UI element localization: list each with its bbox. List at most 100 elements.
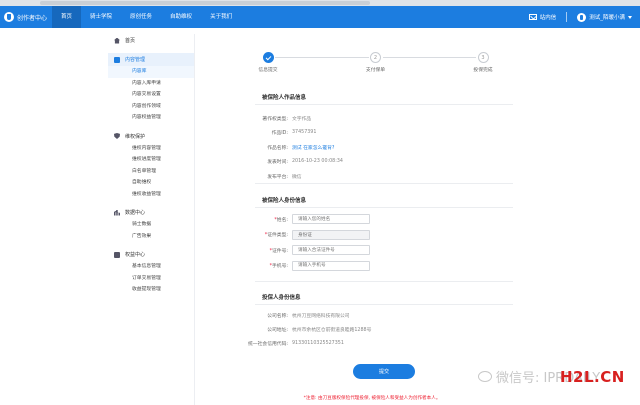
info-value: 杭州市余杭区仓前街道良睦路1288号 bbox=[292, 327, 372, 333]
sidebar-item[interactable]: 维权内容管理 bbox=[108, 143, 194, 155]
work-info-title: 被保险人作品信息 bbox=[262, 95, 307, 101]
sidebar-group[interactable]: 维权保护 bbox=[108, 130, 194, 143]
sidebar-group-label: 维权保护 bbox=[125, 133, 146, 140]
nav-item[interactable]: 骑士学院 bbox=[81, 6, 121, 28]
nav-menu: 首页 骑士学院 原创任务 自助维权 关于我们 bbox=[52, 6, 241, 28]
nav-divider bbox=[566, 12, 568, 22]
id-type-select[interactable]: 身份证 bbox=[292, 229, 370, 240]
applicant-info-title: 投保人身份信息 bbox=[262, 295, 301, 301]
info-row: 公司名称: 杭州刀豆网络科技有限公司 bbox=[236, 310, 526, 320]
sidebar-group-label: 权益中心 bbox=[125, 252, 146, 258]
sidebar-item[interactable]: 白名单管理 bbox=[108, 166, 194, 178]
info-row: 发布平台: 微信 bbox=[236, 171, 526, 181]
info-row: 统一社会信用代码: 91330110325527351 bbox=[236, 338, 526, 348]
form-label: *证件类型: bbox=[236, 231, 292, 238]
info-row: 发表时间: 2016-10-23 00:08:34 bbox=[236, 157, 526, 167]
form-label: *手机号: bbox=[236, 262, 292, 269]
chart-icon bbox=[114, 209, 120, 216]
mail-icon[interactable] bbox=[528, 14, 537, 20]
sidebar-group[interactable]: 首页 bbox=[108, 34, 194, 47]
nav-item[interactable]: 关于我们 bbox=[201, 6, 241, 28]
sidebar-item[interactable]: 内容交易设置 bbox=[108, 89, 194, 101]
sidebar-item[interactable]: 维权进度管理 bbox=[108, 154, 194, 166]
brand-logo-icon bbox=[4, 12, 14, 22]
info-label: 统一社会信用代码: bbox=[248, 341, 288, 347]
nav-user-area: 站内信 测试_陌暖小满 bbox=[528, 6, 632, 28]
sidebar-item[interactable]: 广告效果 bbox=[108, 231, 194, 243]
wechat-icon bbox=[478, 371, 492, 382]
brand-title: 创作者中心 bbox=[17, 14, 48, 22]
home-icon bbox=[114, 37, 120, 44]
section-divider bbox=[255, 183, 513, 184]
section-divider bbox=[255, 304, 513, 305]
info-label: 发布平台: bbox=[267, 174, 288, 180]
info-label: 作品名称: bbox=[267, 145, 288, 151]
identity-input[interactable] bbox=[292, 260, 370, 271]
form-label-text: 证件类型: bbox=[267, 233, 288, 238]
form-row: *证件号: bbox=[236, 245, 526, 255]
check-icon bbox=[265, 54, 271, 60]
nav-item[interactable]: 自助维权 bbox=[161, 6, 201, 28]
section-divider bbox=[255, 104, 513, 105]
sidebar-item[interactable]: 收益提现管理 bbox=[108, 284, 194, 296]
messages-link[interactable]: 站内信 bbox=[540, 13, 557, 21]
identity-info-title: 被保险人身份信息 bbox=[262, 198, 307, 204]
work-title-link[interactable]: 测试 在家怎么搓背? bbox=[292, 144, 334, 151]
form-label: *姓名: bbox=[236, 216, 292, 223]
info-value: 微信 bbox=[292, 174, 302, 180]
info-label: 公司名称: bbox=[267, 313, 288, 319]
sidebar-item[interactable]: 内容创作领域 bbox=[108, 101, 194, 113]
form-label-text: 姓名: bbox=[276, 217, 288, 223]
avatar[interactable] bbox=[577, 12, 587, 22]
document-icon bbox=[114, 56, 120, 63]
sidebar-group[interactable]: 权益中心 bbox=[108, 248, 194, 261]
profile-icon bbox=[114, 251, 120, 258]
browser-url-field[interactable] bbox=[40, 1, 370, 5]
info-value: 杭州刀豆网络科技有限公司 bbox=[292, 313, 350, 319]
info-label: 发表时间: bbox=[267, 160, 288, 165]
step-number: 2 bbox=[373, 54, 378, 61]
shield-icon bbox=[114, 133, 120, 139]
sidebar-item[interactable]: 订单交易管理 bbox=[108, 273, 194, 285]
section-divider bbox=[255, 207, 513, 208]
info-value: 91330110325527351 bbox=[292, 340, 344, 346]
sidebar-group[interactable]: 内容管理 bbox=[108, 53, 194, 66]
sidebar-item[interactable]: 基本信息管理 bbox=[108, 261, 194, 273]
sidebar-item[interactable]: 自助维权 bbox=[108, 177, 194, 189]
section-divider bbox=[255, 281, 513, 282]
form-row: *姓名: bbox=[236, 214, 526, 224]
info-row: 作品ID: 37457391 bbox=[236, 128, 526, 138]
step-indicator: 3 bbox=[477, 52, 489, 63]
progress-steps: 信息提交 2 支付保单 3 投保完成 bbox=[248, 50, 503, 80]
step-number: 3 bbox=[481, 54, 485, 61]
sidebar-item[interactable]: 骑士数据 bbox=[108, 219, 194, 231]
identity-input[interactable] bbox=[292, 245, 370, 255]
step-label: 支付保单 bbox=[365, 68, 386, 73]
sidebar-item[interactable]: 维权收益管理 bbox=[108, 189, 194, 201]
sidebar-group-label: 数据中心 bbox=[125, 210, 146, 216]
sidebar-item[interactable]: 内容库 bbox=[108, 66, 194, 78]
step-label: 信息提交 bbox=[258, 68, 278, 73]
form-label-text: 证件号: bbox=[271, 248, 288, 254]
brand[interactable]: 创作者中心 bbox=[4, 6, 47, 28]
sidebar-item[interactable]: 内容入库申请 bbox=[108, 78, 194, 90]
info-value: 37457391 bbox=[292, 130, 317, 135]
info-label: 作品ID: bbox=[271, 131, 288, 136]
sidebar-group[interactable]: 数据中心 bbox=[108, 206, 194, 219]
info-label: 公司地址: bbox=[267, 327, 288, 333]
step-indicator: 2 bbox=[370, 52, 381, 63]
info-value: 文字作品 bbox=[292, 116, 312, 122]
sidebar-group-label: 内容管理 bbox=[125, 57, 146, 63]
info-label: 著作权类型: bbox=[262, 116, 288, 122]
step-label: 投保完成 bbox=[473, 68, 493, 73]
submit-button[interactable]: 提交 bbox=[353, 364, 415, 379]
nav-item[interactable]: 首页 bbox=[52, 6, 82, 28]
nav-item[interactable]: 原创任务 bbox=[121, 6, 161, 28]
sidebar: 首页内容管理内容库 内容入库申请 内容交易设置 内容创作领域 内容权益管理维权保护维权内… bbox=[108, 34, 195, 405]
username[interactable]: 测试_陌暖小满 bbox=[589, 13, 625, 21]
sidebar-group-label: 首页 bbox=[125, 38, 136, 44]
identity-input[interactable] bbox=[292, 214, 370, 224]
chevron-down-icon[interactable] bbox=[628, 15, 632, 19]
step-connector bbox=[382, 57, 476, 58]
sidebar-item[interactable]: 内容权益管理 bbox=[108, 112, 194, 124]
